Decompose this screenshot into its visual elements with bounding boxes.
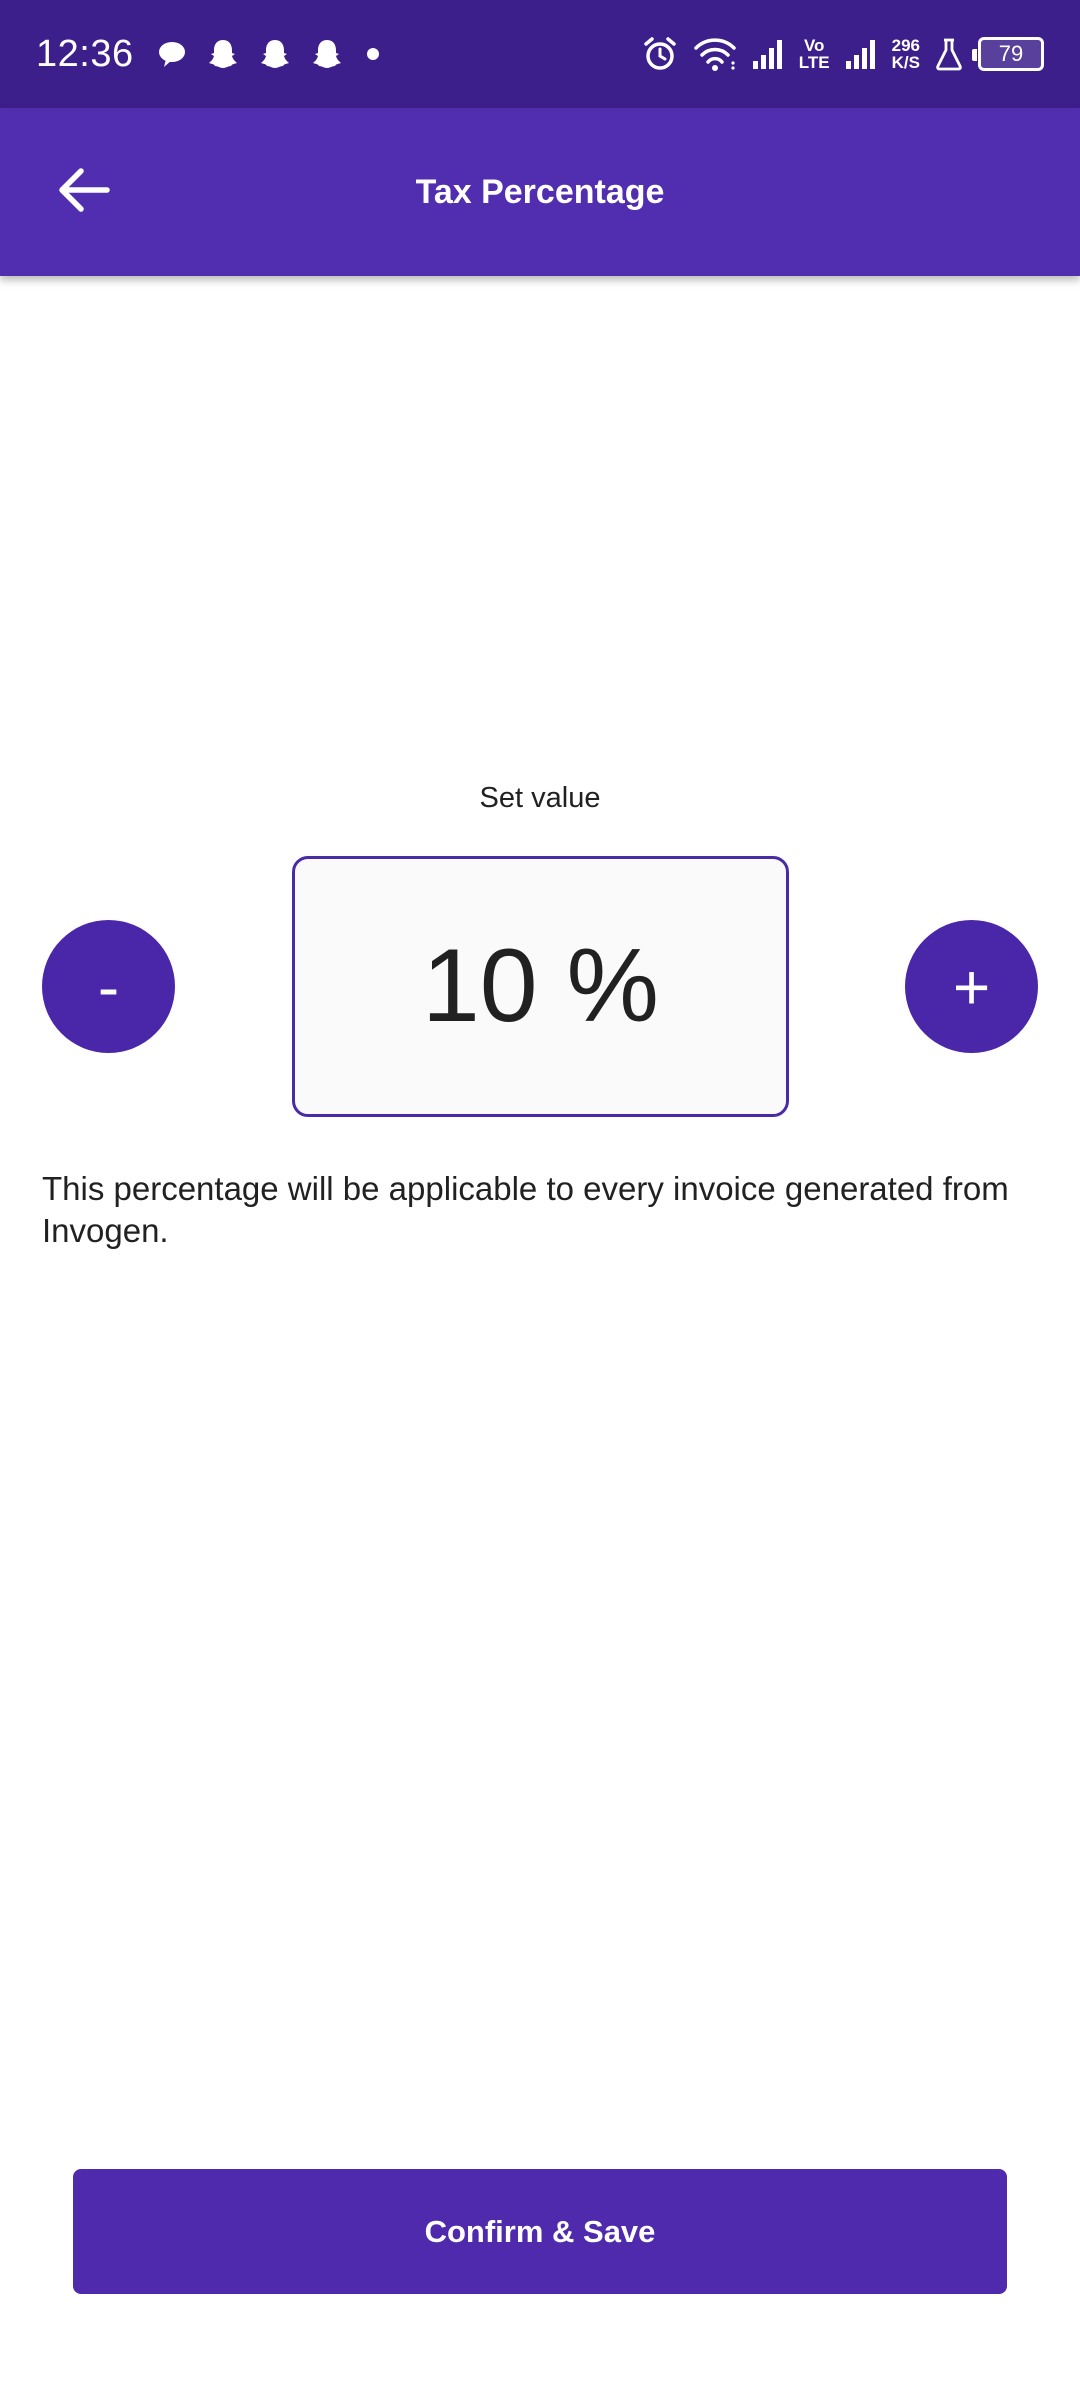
decrement-button[interactable]: - xyxy=(42,920,175,1053)
tax-percentage-field[interactable]: 10 % xyxy=(292,856,789,1117)
battery-indicator: 79 xyxy=(972,37,1044,71)
alarm-icon xyxy=(641,35,679,73)
network-speed-unit: K/S xyxy=(891,53,920,72)
signal-icon xyxy=(751,37,785,71)
chat-bubble-icon xyxy=(156,38,188,70)
signal-icon xyxy=(844,37,878,71)
tax-percentage-value: 10 % xyxy=(421,928,660,1044)
network-speed: 296 K/S xyxy=(892,37,920,71)
system-icons: Vo LTE 296 K/S 79 xyxy=(641,35,1044,73)
confirm-save-button[interactable]: Confirm & Save xyxy=(73,2169,1007,2294)
increment-button[interactable]: + xyxy=(905,920,1038,1053)
volte-top: Vo xyxy=(803,36,825,55)
snapchat-icon xyxy=(206,37,240,71)
confirm-save-label: Confirm & Save xyxy=(424,2213,656,2249)
snapchat-icon xyxy=(258,37,292,71)
volte-indicator: Vo LTE xyxy=(799,37,830,71)
notification-icons xyxy=(156,37,384,71)
volte-bottom: LTE xyxy=(798,53,830,72)
arrow-left-icon xyxy=(57,163,111,222)
set-value-label: Set value xyxy=(479,782,601,814)
increment-label: + xyxy=(952,950,991,1023)
info-text: This percentage will be applicable to ev… xyxy=(42,1170,1009,1249)
status-bar: 12:36 Vo LTE 296 K/S 79 xyxy=(0,0,1080,108)
network-speed-value: 296 xyxy=(891,36,920,55)
decrement-label: - xyxy=(97,950,120,1023)
wifi-icon xyxy=(693,36,737,72)
back-button[interactable] xyxy=(48,156,120,228)
app-bar: Tax Percentage xyxy=(0,108,1080,276)
page-title: Tax Percentage xyxy=(415,172,665,211)
snapchat-icon xyxy=(310,37,344,71)
dot-icon xyxy=(362,43,384,65)
status-time: 12:36 xyxy=(36,32,134,75)
battery-level: 79 xyxy=(998,41,1024,66)
flask-icon xyxy=(934,37,964,71)
